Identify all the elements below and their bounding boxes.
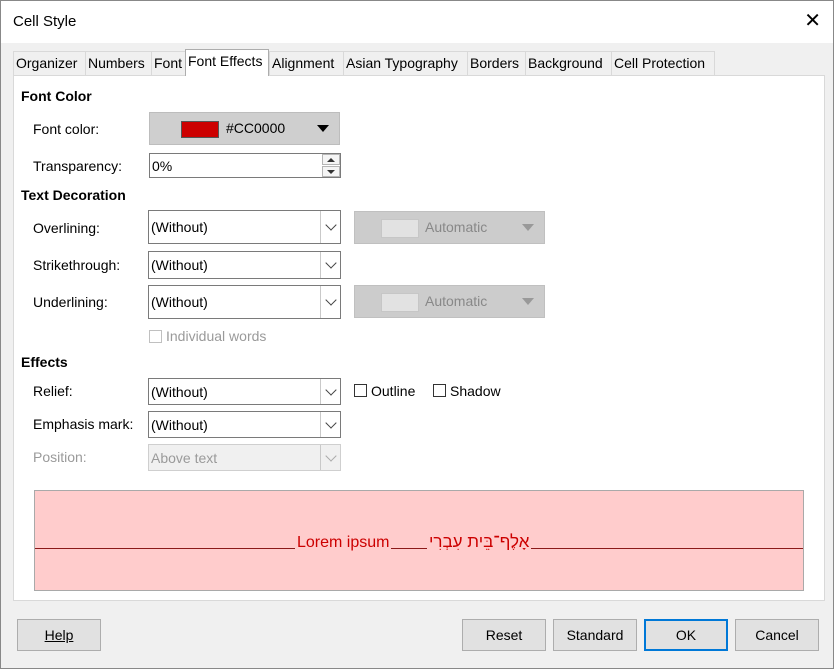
font-color-heading: Font Color	[21, 88, 92, 104]
dropdown-arrow-icon	[317, 125, 329, 132]
dialog-title: Cell Style	[13, 13, 77, 30]
reset-button-label: Reset	[485, 627, 523, 643]
relief-value: (Without)	[151, 384, 208, 400]
underline-color-swatch	[381, 293, 419, 312]
ok-button[interactable]: OK	[644, 619, 728, 651]
strikethrough-value: (Without)	[151, 257, 208, 273]
standard-button-label: Standard	[566, 627, 624, 643]
emphasis-mark-select[interactable]: (Without)	[148, 411, 341, 438]
font-color-swatch	[181, 121, 219, 138]
underlining-value: (Without)	[151, 294, 208, 310]
preview-rtl-text: אָלֶף־בֵּית עִבְרִי	[427, 532, 532, 552]
font-color-button[interactable]: #CC0000	[149, 112, 340, 145]
help-button[interactable]: Help	[17, 619, 101, 651]
tab-borders[interactable]: Borders	[467, 51, 527, 75]
individual-words-checkbox[interactable]	[149, 330, 162, 343]
cancel-button[interactable]: Cancel	[735, 619, 819, 651]
position-value: Above text	[151, 450, 218, 466]
chevron-down-icon	[320, 252, 340, 278]
outline-checkbox[interactable]	[354, 384, 367, 397]
transparency-value: 0%	[152, 158, 173, 174]
emphasis-mark-label: Emphasis mark:	[33, 416, 134, 432]
overline-color-swatch	[381, 219, 419, 238]
underlining-select[interactable]: (Without)	[148, 285, 341, 319]
tab-background[interactable]: Background	[525, 51, 613, 75]
spin-down-icon[interactable]	[322, 166, 340, 177]
overlining-select[interactable]: (Without)	[148, 210, 341, 244]
ok-button-label: OK	[675, 627, 697, 643]
font-color-label: Font color:	[33, 121, 100, 137]
chevron-down-icon	[320, 211, 340, 243]
transparency-spinbox[interactable]: 0%	[149, 153, 341, 178]
tab-organizer[interactable]: Organizer	[13, 51, 87, 75]
text-decoration-heading: Text Decoration	[21, 187, 126, 203]
dropdown-arrow-icon	[522, 298, 534, 305]
spin-up-icon[interactable]	[322, 154, 340, 165]
tab-asian-typography[interactable]: Asian Typography	[343, 51, 469, 75]
font-preview: Lorem ipsum אָלֶף־בֵּית עִבְרִי	[34, 490, 804, 591]
cancel-button-label: Cancel	[755, 627, 799, 643]
transparency-label: Transparency:	[33, 158, 122, 174]
tab-font[interactable]: Font	[151, 51, 187, 75]
overline-color-value: Automatic	[425, 219, 488, 235]
cell-style-dialog: Cell Style ✕ Organizer Numbers Font Font…	[0, 0, 834, 669]
position-label: Position:	[33, 449, 87, 465]
help-button-label: Help	[44, 627, 74, 643]
individual-words-label: Individual words	[166, 328, 267, 344]
chevron-down-icon	[320, 412, 340, 437]
shadow-checkbox[interactable]	[433, 384, 446, 397]
close-icon[interactable]: ✕	[804, 9, 821, 33]
chevron-down-icon	[320, 286, 340, 318]
chevron-down-icon	[320, 379, 340, 404]
strikethrough-select[interactable]: (Without)	[148, 251, 341, 279]
preview-baseline	[35, 548, 803, 549]
preview-latin-text: Lorem ipsum	[295, 534, 392, 552]
emphasis-mark-value: (Without)	[151, 417, 208, 433]
overlining-label: Overlining:	[33, 220, 100, 236]
underline-color-value: Automatic	[425, 293, 488, 309]
reset-button[interactable]: Reset	[462, 619, 546, 651]
font-color-value: #CC0000	[226, 120, 286, 136]
chevron-down-icon	[320, 445, 340, 470]
tab-alignment[interactable]: Alignment	[269, 51, 345, 75]
shadow-label: Shadow	[450, 383, 501, 399]
font-effects-panel: Font Color Font color: #CC0000 Transpare…	[13, 75, 825, 601]
tab-font-effects[interactable]: Font Effects	[185, 49, 269, 76]
outline-label: Outline	[371, 383, 416, 399]
title-bar: Cell Style ✕	[1, 1, 833, 43]
dropdown-arrow-icon	[522, 224, 534, 231]
overline-color-button: Automatic	[354, 211, 545, 244]
strikethrough-label: Strikethrough:	[33, 257, 121, 273]
underline-color-button: Automatic	[354, 285, 545, 318]
overlining-value: (Without)	[151, 219, 208, 235]
effects-heading: Effects	[21, 354, 68, 370]
tab-numbers[interactable]: Numbers	[85, 51, 153, 75]
relief-select[interactable]: (Without)	[148, 378, 341, 405]
underlining-label: Underlining:	[33, 294, 108, 310]
standard-button[interactable]: Standard	[553, 619, 637, 651]
position-select: Above text	[148, 444, 341, 471]
relief-label: Relief:	[33, 383, 73, 399]
tab-cell-protection[interactable]: Cell Protection	[611, 51, 715, 75]
